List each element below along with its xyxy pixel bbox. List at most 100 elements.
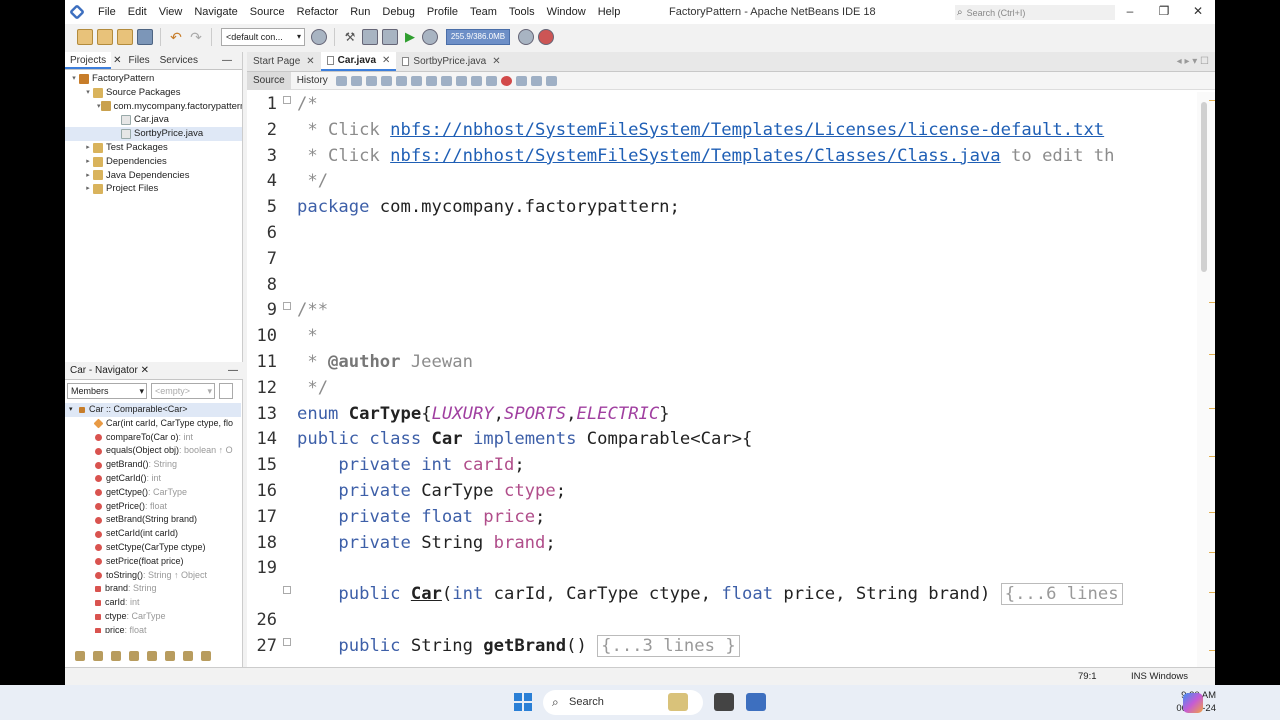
collapse-icon[interactable]: ▾ <box>97 100 101 114</box>
widgets-icon[interactable] <box>668 693 688 711</box>
collapse-icon[interactable]: ▾ <box>69 403 79 417</box>
code-line[interactable]: enum CarType{LUXURY,SPORTS,ELECTRIC} <box>297 404 670 424</box>
tree-item[interactable]: ▸ Project Files <box>65 182 242 196</box>
collapse-icon[interactable]: ▾ <box>83 86 93 100</box>
error-stripe-mark[interactable] <box>1209 302 1215 303</box>
task-view-icon[interactable] <box>714 693 734 711</box>
shift-left-icon[interactable] <box>440 75 452 86</box>
fold-toggle-icon[interactable] <box>283 637 291 646</box>
code-line[interactable]: /* <box>297 94 318 114</box>
quick-search-input[interactable]: ⌕ Search (Ctrl+I) <box>955 5 1115 20</box>
debug-icon[interactable] <box>422 29 438 45</box>
code-line[interactable]: public class Car implements Comparable<C… <box>297 429 752 449</box>
code-editor[interactable]: 1 /* 2 * Click nbfs://nbhost/SystemFileSys… <box>247 92 1197 667</box>
tab-files[interactable]: Files <box>124 52 155 69</box>
menu-item-refactor[interactable]: Refactor <box>291 0 345 24</box>
error-stripe-mark[interactable] <box>1209 592 1215 593</box>
close-icon[interactable]: ✕ <box>382 51 390 71</box>
error-stripe-mark[interactable] <box>1209 512 1215 513</box>
undo-icon[interactable]: ↶ <box>168 29 184 45</box>
tree-item[interactable]: ▾ FactoryPattern <box>65 72 242 86</box>
navigator-member[interactable]: toString() : String ↑ Object <box>65 569 241 583</box>
code-line[interactable]: private CarType ctype; <box>297 481 566 501</box>
tree-item[interactable]: ▸ Test Packages <box>65 141 242 155</box>
menu-item-run[interactable]: Run <box>344 0 376 24</box>
close-button[interactable]: ✕ <box>1181 0 1215 24</box>
close-icon[interactable]: ✕ <box>141 365 149 376</box>
fold-toggle-icon[interactable] <box>283 586 291 595</box>
expand-icon[interactable]: ▸ <box>83 169 93 183</box>
tree-item[interactable]: ▸ Java Dependencies <box>65 169 242 183</box>
code-line[interactable]: public String getBrand() {...3 lines } <box>297 634 740 657</box>
navigator-member[interactable]: getPrice() : float <box>65 500 241 514</box>
menu-item-window[interactable]: Window <box>541 0 592 24</box>
comment-icon[interactable] <box>470 75 482 86</box>
editor-scrollbar[interactable] <box>1197 92 1215 667</box>
fold-toggle-icon[interactable] <box>283 96 291 104</box>
expand-icon[interactable]: ▸ <box>83 155 93 169</box>
expand-icon[interactable]: ▸ <box>83 141 93 155</box>
filter-icon[interactable] <box>165 651 175 661</box>
menu-item-debug[interactable]: Debug <box>376 0 420 24</box>
back-icon[interactable] <box>335 75 347 86</box>
code-line[interactable]: * Click nbfs://nbhost/SystemFileSystem/T… <box>297 146 1114 166</box>
close-icon[interactable]: ✕ <box>111 52 123 69</box>
netbeans-taskbar-icon[interactable] <box>746 693 766 711</box>
code-line[interactable]: private int carId; <box>297 455 524 475</box>
filter-icon[interactable] <box>183 651 193 661</box>
tree-item[interactable]: Car.java <box>65 113 242 127</box>
open-project-icon[interactable] <box>117 29 133 45</box>
error-stripe-mark[interactable] <box>1209 100 1215 101</box>
code-line[interactable]: public Car(int carId, CarType ctype, flo… <box>297 583 1123 606</box>
uncomment-icon[interactable] <box>485 75 497 86</box>
error-stripe-mark[interactable] <box>1209 408 1215 409</box>
menu-item-navigate[interactable]: Navigate <box>188 0 243 24</box>
profile-icon[interactable] <box>538 29 554 45</box>
menu-item-tools[interactable]: Tools <box>503 0 541 24</box>
navigator-member[interactable]: carId : int <box>65 596 241 610</box>
minimize-button[interactable]: – <box>1113 0 1147 24</box>
new-project-icon[interactable] <box>97 29 113 45</box>
navigator-member[interactable]: getBrand() : String <box>65 458 241 472</box>
filter-icon[interactable] <box>111 651 121 661</box>
minimize-panel-icon[interactable]: — <box>217 52 237 70</box>
menu-item-file[interactable]: File <box>92 0 122 24</box>
navigator-options-icon[interactable] <box>219 383 233 399</box>
redo-icon[interactable]: ↷ <box>188 29 204 45</box>
shift-right-icon[interactable] <box>455 75 467 86</box>
navigator-member[interactable]: Car(int carId, CarType ctype, flo <box>65 417 241 431</box>
collapse-icon[interactable]: ▾ <box>69 72 79 86</box>
navigator-member[interactable]: getCtype() : CarType <box>65 486 241 500</box>
navigator-member[interactable]: equals(Object obj) : boolean ↑ O <box>65 444 241 458</box>
empty-select[interactable]: <empty> ▾ <box>151 383 215 399</box>
maximize-button[interactable]: ❐ <box>1147 0 1181 24</box>
navigator-root[interactable]: ▾ Car :: Comparable<Car> <box>65 403 241 417</box>
tab-controls-icon[interactable]: ◂ ▸ ▾ ☐ <box>1177 52 1209 72</box>
close-icon[interactable]: ✕ <box>306 52 314 72</box>
filter-icon[interactable] <box>201 651 211 661</box>
navigator-member[interactable]: getCarId() : int <box>65 472 241 486</box>
menu-item-team[interactable]: Team <box>464 0 503 24</box>
filter-icon[interactable] <box>93 651 103 661</box>
find-next-icon[interactable] <box>395 75 407 86</box>
tree-item[interactable]: ▾ com.mycompany.factorypattern <box>65 100 242 114</box>
tab-projects[interactable]: Projects <box>65 52 112 69</box>
memory-indicator[interactable]: 255.9/386.0MB <box>446 29 510 45</box>
tree-item[interactable]: SortbyPrice.java <box>65 127 242 141</box>
code-line[interactable]: private String brand; <box>297 533 555 553</box>
filter-icon[interactable] <box>129 651 139 661</box>
navigator-member[interactable]: setCarId(int carId) <box>65 527 241 541</box>
code-line[interactable]: * <box>297 326 317 346</box>
last-edit-icon[interactable] <box>365 75 377 86</box>
close-icon[interactable]: ✕ <box>492 52 500 72</box>
expand-icon[interactable] <box>530 75 542 86</box>
navigator-member[interactable]: setPrice(float price) <box>65 555 241 569</box>
tab-services[interactable]: Services <box>155 52 203 69</box>
record-macro-icon[interactable] <box>500 75 512 86</box>
navigator-member[interactable]: price : float <box>65 624 241 633</box>
editor-tab-start-page[interactable]: Start Page ✕ <box>247 52 321 71</box>
gc-icon[interactable] <box>518 29 534 45</box>
editor-tab-sortbyprice-java[interactable]: SortbyPrice.java ✕ <box>396 52 506 71</box>
error-stripe-mark[interactable] <box>1209 650 1215 651</box>
navigator-member[interactable]: ctype : CarType <box>65 610 241 624</box>
